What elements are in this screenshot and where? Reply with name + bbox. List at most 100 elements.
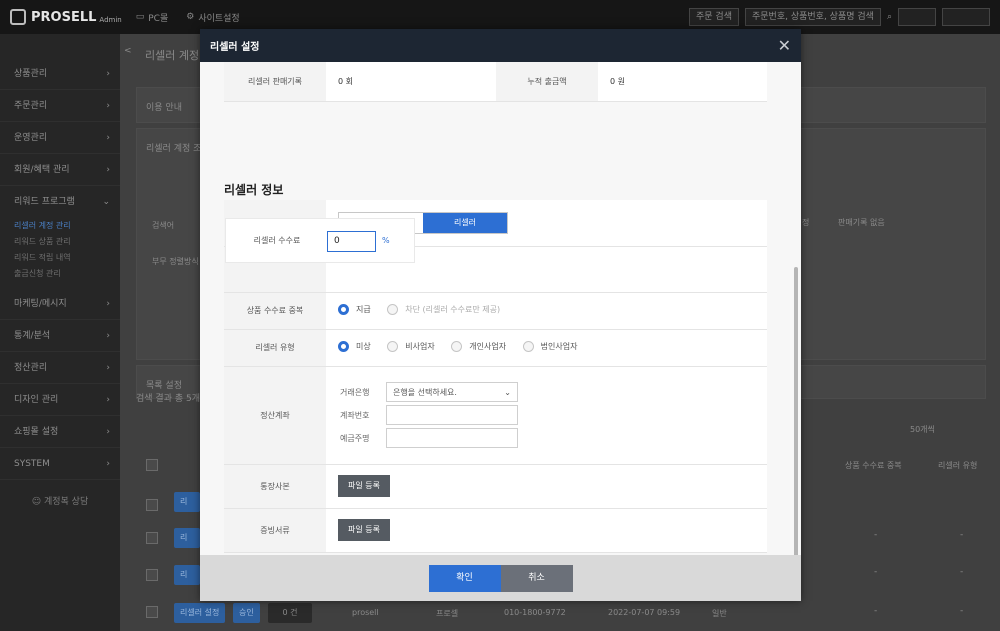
radio-icon xyxy=(522,341,534,352)
radio-label: 개인사업자 xyxy=(469,342,507,351)
nav-pc-mall[interactable]: ▭ PC몰 xyxy=(136,11,169,24)
right-col-b: 판매기록 없음 xyxy=(838,218,885,227)
brand-logo[interactable]: PROSELL Admin xyxy=(10,9,122,25)
sidebar-item-mall-settings[interactable]: 쇼핑몰 설정 › xyxy=(0,416,120,448)
sidebar-item-stats[interactable]: 통계/분석 › xyxy=(0,320,120,352)
select-all-checkbox[interactable] xyxy=(146,459,158,471)
row-reseller-button[interactable]: 리셀러 설정 xyxy=(174,492,200,512)
modal-title: 리셀러 설정 xyxy=(210,42,260,53)
row-date: 2022-07-07 09:59 xyxy=(608,608,681,617)
chevron-icon: › xyxy=(106,101,110,111)
sidebar-item-label: 상품관리 xyxy=(14,69,48,79)
sidebar-item-settlement[interactable]: 정산관리 › xyxy=(0,352,120,384)
row-reseller-settings-button[interactable]: 리셀러 설정 xyxy=(174,603,226,623)
chevron-icon: › xyxy=(106,133,110,143)
usage-label: 이용 안내 xyxy=(146,103,182,113)
rtype-option-unknown[interactable]: 미상 xyxy=(338,341,371,352)
passbook-upload-button[interactable]: 파일 등록 xyxy=(338,475,390,497)
global-search-input[interactable]: 주문번호, 상품번호, 상품명 검색 xyxy=(745,8,881,26)
row-dash: - xyxy=(960,530,964,540)
bank-label: 거래은행 xyxy=(340,387,370,397)
chevron-icon: › xyxy=(106,165,110,175)
brand-sub: Admin xyxy=(99,15,122,24)
per-page-select[interactable]: 50개씩 xyxy=(910,424,935,435)
dup-option-pay[interactable]: 지급 xyxy=(338,304,371,315)
rtype-option-individual[interactable]: 개인사업자 xyxy=(451,341,506,352)
reseller-type-label: 리셀러 유형 xyxy=(224,329,326,367)
docs-upload-button[interactable]: 파일 등록 xyxy=(338,519,390,541)
row-dash: - xyxy=(874,606,878,616)
row-name: 프로셀 xyxy=(436,609,459,618)
settlement-label: 정산계좌 xyxy=(224,366,326,465)
sidebar-item-members[interactable]: 회원/혜택 관리 › xyxy=(0,154,120,186)
fee-row-highlight: 리셀러 수수료 0 % xyxy=(225,218,415,263)
row-checkbox[interactable] xyxy=(146,569,158,581)
top-link-b[interactable] xyxy=(942,8,990,26)
row-apply-button[interactable]: 승인 xyxy=(233,603,260,623)
monitor-icon: ▭ xyxy=(135,12,145,22)
radio-icon xyxy=(387,341,399,352)
sidebar-sub-reward-history[interactable]: 리워드 적립 내역 xyxy=(0,250,120,266)
kind-option-reseller[interactable]: 리셀러 xyxy=(423,212,507,233)
search-label: 검색어 xyxy=(152,221,175,230)
rtype-option-non-business[interactable]: 비사업자 xyxy=(387,341,435,352)
cancel-button[interactable]: 취소 xyxy=(500,564,573,592)
row-count-badge: 0 건 xyxy=(268,603,312,623)
modal-body[interactable]: 리셀러 판매기록 0 회 누적 출금액 0 원 리셀러 정보 리셀러 구분 일반… xyxy=(200,62,801,555)
logo-icon xyxy=(10,9,26,25)
radio-label: 비사업자 xyxy=(405,342,435,351)
sidebar-item-orders[interactable]: 주문관리 › xyxy=(0,90,120,122)
nav-site-settings[interactable]: ⚙ 사이트설정 xyxy=(186,11,239,24)
fee-dup-label: 상품 수수료 중복 xyxy=(224,292,326,330)
radio-label: 차단 (리셀러 수수료만 제공) xyxy=(405,305,501,314)
radio-checked-icon xyxy=(338,304,349,315)
confirm-button[interactable]: 확인 xyxy=(428,564,501,592)
sidebar-item-label: 주문관리 xyxy=(14,101,48,111)
passbook-label: 통장사본 xyxy=(224,464,326,509)
dup-option-block[interactable]: 차단 (리셀러 수수료만 제공) xyxy=(387,304,500,315)
top-link-a[interactable] xyxy=(898,8,936,26)
withdraw-total-label: 누적 출금액 xyxy=(496,62,598,102)
col-reseller-type: 리셀러 유형 xyxy=(938,461,978,470)
sidebar: 상품관리 › 주문관리 › 운영관리 › 회원/혜택 관리 › 리워드 프로그램 ⌄ 리셀… xyxy=(0,34,120,631)
modal-scrollbar[interactable] xyxy=(794,267,798,555)
bank-select[interactable]: 은행을 선택하세요. ⌄ xyxy=(386,382,518,402)
row-phone: 010-1800-9772 xyxy=(504,608,566,617)
sidebar-item-system[interactable]: SYSTEM › xyxy=(0,448,120,480)
account-number-input[interactable] xyxy=(386,405,518,425)
reseller-info-heading: 리셀러 정보 xyxy=(224,183,284,197)
sidebar-item-rewards[interactable]: 리워드 프로그램 ⌄ xyxy=(0,186,120,218)
filter-label: 부무 정렬방식 xyxy=(152,257,199,266)
fee-input[interactable]: 0 xyxy=(327,231,376,252)
radio-icon xyxy=(451,341,463,352)
close-icon[interactable]: ✕ xyxy=(778,36,791,55)
consult-button[interactable]: ☺ 계정복 상담 xyxy=(10,494,110,507)
chevron-icon: › xyxy=(106,395,110,405)
row-checkbox[interactable] xyxy=(146,499,158,511)
sidebar-sub-reward-products[interactable]: 리워드 상품 관리 xyxy=(0,234,120,250)
sidebar-item-products[interactable]: 상품관리 › xyxy=(0,58,120,90)
sidebar-item-operations[interactable]: 운영관리 › xyxy=(0,122,120,154)
docs-label: 증빙서류 xyxy=(224,508,326,553)
search-icon[interactable]: ⌕ xyxy=(887,12,892,22)
sales-count-value: 0 회 xyxy=(326,62,496,102)
sidebar-sub-reseller-accounts[interactable]: 리셀러 계정 관리 xyxy=(0,218,120,234)
account-label: 계좌번호 xyxy=(340,410,370,420)
row-checkbox[interactable] xyxy=(146,606,158,618)
row-checkbox[interactable] xyxy=(146,532,158,544)
rtype-option-corporate[interactable]: 법인사업자 xyxy=(522,341,577,352)
fee-unit: % xyxy=(382,236,390,245)
chevron-icon: › xyxy=(106,459,110,469)
search-type-select[interactable]: 주문 검색 xyxy=(689,8,739,26)
row-reseller-button[interactable]: 리셀러 설정 xyxy=(174,565,200,585)
row-dash: - xyxy=(874,530,878,540)
sidebar-item-marketing[interactable]: 마케팅/메시지 › xyxy=(0,288,120,320)
row-reseller-button[interactable]: 리셀러 설정 xyxy=(174,528,200,548)
right-col-a: 정 xyxy=(802,218,810,227)
sidebar-sub-withdrawals[interactable]: 출금신청 관리 xyxy=(0,266,120,282)
back-icon[interactable]: < xyxy=(124,46,132,56)
sidebar-item-design[interactable]: 디자인 관리 › xyxy=(0,384,120,416)
sidebar-item-label: 회원/혜택 관리 xyxy=(14,165,70,175)
row-type: 일반 xyxy=(712,609,727,618)
account-holder-input[interactable] xyxy=(386,428,518,448)
